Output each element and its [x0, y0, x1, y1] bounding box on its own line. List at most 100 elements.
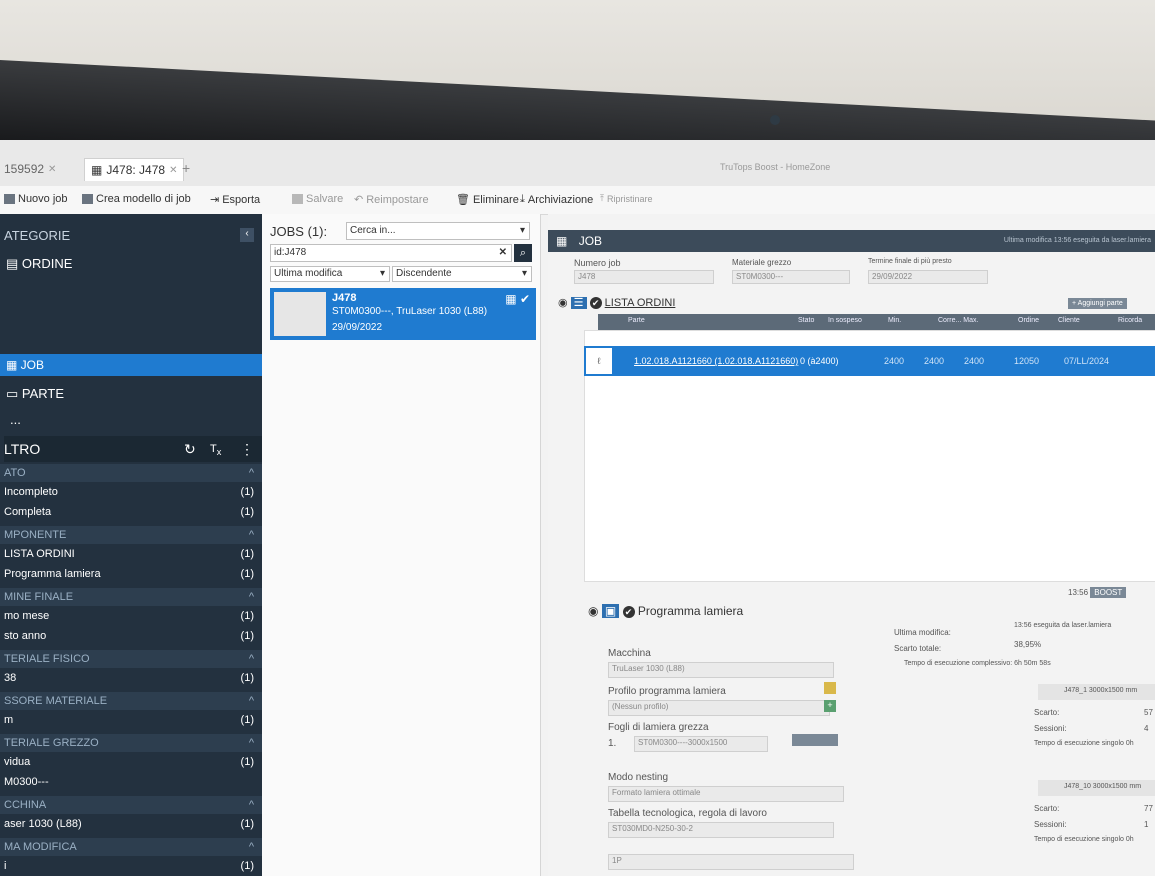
boost-button[interactable]: BOOST [1090, 587, 1127, 598]
collapse-icon[interactable]: ‹ [240, 228, 254, 242]
filter-item[interactable]: sto anno [4, 630, 46, 642]
category-ordine[interactable]: ▤ ORDINE [6, 256, 72, 272]
sort-field-select[interactable]: Ultima modifica ▾ [270, 266, 390, 282]
category-parte[interactable]: ▭ PARTE [6, 386, 64, 402]
filter-item[interactable]: vidua [4, 756, 30, 768]
clear-search-icon[interactable]: ✕ [499, 245, 507, 261]
filter-item[interactable]: m [4, 714, 13, 726]
sort-order-select[interactable]: Discendente ▾ [392, 266, 532, 282]
last-mod-label: Ultima modifica: [894, 628, 951, 637]
more-options-icon[interactable]: ⋮ [240, 436, 254, 462]
sheet-buttons[interactable] [792, 734, 838, 746]
chevron-up-icon: ^ [248, 799, 254, 811]
filter-section-header[interactable]: SSORE MATERIALE ^ [0, 692, 262, 710]
filter-section-header[interactable]: MPONENTE ^ [0, 526, 262, 544]
expand-icon[interactable]: ◉ [558, 297, 568, 309]
column-header[interactable]: Ordine [1018, 317, 1039, 324]
column-header[interactable]: Corre... Max. [938, 317, 978, 324]
filter-item[interactable]: Programma lamiera [4, 568, 101, 580]
row-min: 2400 [884, 356, 905, 366]
filter-section-header[interactable]: CCHINA ^ [0, 796, 262, 814]
table-row[interactable]: ℓ 1.02.018.A1121660 (1.02.018.A1121660) … [584, 346, 1155, 376]
filter-section-header[interactable]: TERIALE GREZZO ^ [0, 734, 262, 752]
column-header[interactable]: Stato [798, 317, 814, 324]
label: ORDINE [21, 256, 73, 271]
filter-item[interactable]: M0300--- [4, 776, 49, 788]
machine-field[interactable]: TruLaser 1030 (L88) [608, 662, 834, 678]
profile-field[interactable]: (Nessun profilo) [608, 700, 830, 716]
sidebar: ATEGORIE ‹ ▤ ORDINE ▦ JOB ▭ PARTE ... LT… [0, 214, 262, 876]
star-icon[interactable] [824, 682, 836, 694]
add-icon[interactable]: + [824, 700, 836, 712]
restore-button[interactable]: ⤒ Ripristinare [600, 193, 653, 204]
new-tab-button[interactable]: + [182, 160, 190, 176]
clear-filter-icon[interactable]: Tx [210, 436, 221, 465]
toolbar: Nuovo job Crea modello di job ⇥ Esporta S… [0, 186, 1155, 215]
deadline-label: Termine finale di più presto [868, 258, 952, 265]
nesting-field[interactable]: Formato lamiera ottimale [608, 786, 844, 802]
category-job[interactable]: ▦ JOB [6, 358, 44, 372]
job-number-field[interactable]: J478 [574, 270, 714, 284]
filter-item[interactable]: 38 [4, 672, 16, 684]
close-icon[interactable]: ✕ [48, 164, 56, 175]
category-more[interactable]: ... [10, 412, 21, 427]
last-mod-value: 13:56 eseguita da laser.lamiera [1014, 622, 1112, 629]
deadline-field[interactable]: 29/09/2022 [868, 270, 988, 284]
close-icon[interactable]: ✕ [169, 165, 177, 176]
filter-count: (1) [240, 756, 254, 768]
job-card[interactable]: J478 ST0M0300---, TruLaser 1030 (L88) 29… [270, 288, 536, 340]
chevron-down-icon: ▾ [379, 268, 385, 279]
reset-button[interactable]: ↶ Reimpostare [354, 193, 429, 207]
search-button[interactable]: ⌕ [514, 244, 532, 262]
tech-field[interactable]: ST030MD0-N250-30-2 [608, 822, 834, 838]
filter-item[interactable]: Incompleto [4, 486, 58, 498]
export-button[interactable]: ⇥ Esporta [210, 193, 260, 207]
part-link[interactable]: 1.02.018.A1121660 (1.02.018.A1121660) [634, 356, 798, 366]
archive-button[interactable]: ⤓ Archiviazione [520, 193, 593, 206]
filter-section-header[interactable]: ATO ^ [0, 464, 262, 482]
column-header[interactable]: Ricorda [1118, 317, 1142, 324]
filter-item[interactable]: LISTA ORDINI [4, 548, 75, 560]
save-icon [292, 194, 303, 204]
job-icon: ▦ [556, 234, 568, 248]
tab-159592[interactable]: 159592 ✕ [4, 158, 56, 180]
sheet-field[interactable]: ST0M0300----3000x1500 [634, 736, 768, 752]
filter-item[interactable]: aser 1030 (L88) [4, 818, 82, 830]
create-template-button[interactable]: Crea modello di job [82, 193, 191, 205]
filter-section-header[interactable]: TERIALE FISICO ^ [0, 650, 262, 668]
job-detail: ▦ JOB Ultima modifica 13:56 eseguita da … [548, 214, 1155, 876]
column-header[interactable]: Min. [888, 317, 901, 324]
search-input[interactable]: id:J478 ✕ [270, 244, 512, 262]
filter-section-header[interactable]: MINE FINALE ^ [0, 588, 262, 606]
save-button[interactable]: Salvare [292, 193, 343, 205]
add-part-button[interactable]: + Aggiungi parte [1068, 298, 1127, 309]
column-header[interactable]: Parte [628, 317, 645, 324]
filter-item[interactable]: Completa [4, 506, 51, 518]
job-name: J478 [332, 292, 357, 304]
row-qty: 2400 [964, 356, 985, 366]
label: Ripristinare [606, 193, 653, 204]
extra-field[interactable]: 1P [608, 854, 854, 870]
filter-item[interactable]: mo mese [4, 610, 49, 622]
search-scope-select[interactable]: Cerca in... ▾ [346, 222, 530, 240]
column-header[interactable]: Cliente [1058, 317, 1080, 324]
scrap-value: 38,95% [1014, 640, 1042, 649]
label: JOB [20, 358, 45, 372]
expand-icon[interactable]: ◉ [588, 604, 598, 618]
filter-item[interactable]: i [4, 860, 6, 872]
tab-j478[interactable]: ▦ J478: J478 ✕ [84, 158, 185, 181]
filter-title: LTRO [4, 441, 41, 457]
sheet-name: J478_1 3000x1500 mm [1064, 687, 1138, 694]
trash-icon: 🗑 [456, 194, 470, 206]
detail-title: JOB [578, 234, 603, 248]
section-title: SSORE MATERIALE [4, 695, 108, 707]
new-job-button[interactable]: Nuovo job [4, 193, 68, 205]
raw-material-field[interactable]: ST0M0300--- [732, 270, 850, 284]
tab-label: J478: J478 [106, 163, 166, 177]
column-header[interactable]: In sospeso [828, 317, 862, 324]
refresh-icon[interactable]: ↻ [184, 436, 196, 462]
delete-button[interactable]: 🗑 Eliminare [456, 193, 519, 207]
filter-section-header[interactable]: MA MODIFICA ^ [0, 838, 262, 856]
order-list-title[interactable]: LISTA ORDINI [605, 297, 676, 309]
scarto-value: 57 [1144, 708, 1153, 717]
